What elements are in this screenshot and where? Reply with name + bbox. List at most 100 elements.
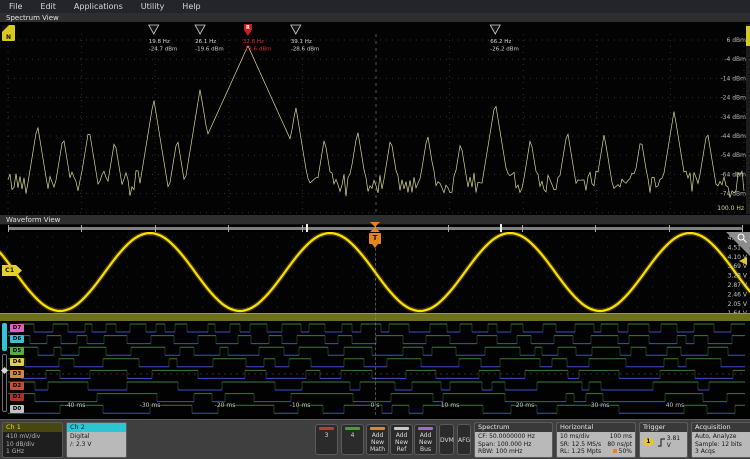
horizontal-badge-cell: RL: 1.25 Mpts	[560, 448, 601, 456]
horizontal-badge-cell: 10 ms/div	[560, 433, 590, 441]
spectrum-scrollbar-thumb[interactable]	[746, 26, 750, 46]
spectrum-marker[interactable]: 39.1 Hz-28.6 dBm	[291, 25, 320, 53]
waveform-y-axis-label: 2.87 V	[728, 282, 748, 289]
channel-1-badge-line: 410 mV/div	[6, 433, 59, 441]
trigger-level-value: 3.81 V	[667, 435, 684, 449]
trigger-badge[interactable]: Trigger 1 3.81 V	[639, 422, 688, 458]
button-color-stripe	[418, 427, 433, 430]
time-axis-label: 0 s	[371, 402, 380, 409]
spectrum-badge[interactable]: Spectrum CF: 50.0000000 HzSpan: 100.000 …	[474, 422, 553, 458]
horizontal-badge-cell: SR: 12.5 MS/s	[560, 441, 601, 449]
time-axis-label: -40 ms	[65, 402, 86, 409]
acquisition-badge-line: Sample: 12 bits	[695, 441, 750, 449]
marker-amplitude: -24.7 dBm	[149, 47, 178, 53]
add-new-math-button[interactable]: Add New Math	[366, 424, 389, 455]
badge-bar: Ch 1 410 mV/div10 dB/div1 GHz Ch 2 Digit…	[0, 419, 750, 459]
digital-channel-label-d0[interactable]: D0	[10, 405, 24, 413]
acquisition-badge-body: Auto, AnalyzeSample: 12 bits3 Acqs	[692, 432, 750, 457]
spectrum-plot[interactable]: 6 dBm-4 dBm-14 dBm-24 dBm-34 dBm-44 dBm-…	[0, 22, 750, 215]
4-button[interactable]: 4	[341, 424, 364, 455]
channel-2-badge-line: Digital	[70, 433, 123, 441]
horizontal-position-icon	[613, 449, 617, 453]
menu-item-utility[interactable]: Utility	[132, 2, 174, 11]
horizontal-badge-cell: 80 ns/pt	[607, 441, 632, 449]
time-axis-label: 40 ms	[666, 402, 685, 409]
spectrum-scrollbar[interactable]	[746, 24, 750, 214]
digital-group-handle[interactable]	[2, 323, 7, 351]
channel-2-badge[interactable]: Ch 2 Digital∕: 2.3 V	[66, 422, 127, 458]
spectrum-y-axis-label: -4 dBm	[724, 56, 746, 63]
spectrum-y-axis-label: -54 dBm	[721, 152, 747, 159]
magnifier-icon	[737, 233, 748, 244]
time-axis-label: -30 ms	[140, 402, 161, 409]
horizontal-badge-body: 10 ms/div 100 ms SR: 12.5 MS/s 80 ns/pt RL: …	[557, 432, 635, 457]
spectrum-badge-title: Spectrum	[475, 423, 552, 432]
button-label: AFG	[458, 437, 470, 444]
ruler-tick-icon	[228, 225, 229, 232]
marker-frequency: 19.8 Hz	[149, 39, 170, 45]
digital-edges	[19, 324, 735, 413]
button-label: DVM	[440, 437, 454, 444]
digital-channel-label-d4[interactable]: D4	[10, 358, 24, 366]
button-label: Add New Math	[370, 432, 385, 453]
digital-group-handle-lower[interactable]	[2, 354, 7, 412]
button-color-stripe	[394, 427, 409, 430]
afg-button[interactable]: AFG	[457, 424, 471, 455]
trigger-badge-body: 1 3.81 V	[640, 432, 687, 452]
spectrum-marker[interactable]: 26.1 Hz-19.6 dBm	[195, 25, 224, 53]
ruler-tick-icon	[81, 225, 82, 232]
digital-channel-label-d1[interactable]: D1	[10, 393, 24, 401]
dvm-button[interactable]: DVM	[439, 424, 454, 455]
spectrum-marker[interactable]: 66.2 Hz-26.2 dBm	[490, 25, 519, 53]
oscilloscope-app: FileEditApplicationsUtilityHelp Spectrum…	[0, 0, 750, 459]
digital-channel-label-d7[interactable]: D7	[10, 324, 24, 332]
horizontal-badge-row: SR: 12.5 MS/s 80 ns/pt	[560, 441, 632, 449]
digital-channel-label-d6[interactable]: D6	[10, 335, 24, 343]
spectrum-badge-line: RBW: 100 mHz	[478, 448, 549, 456]
spectrum-trace-handle[interactable]: N	[2, 25, 15, 41]
channel-1-badge-line: 1 GHz	[6, 448, 59, 456]
time-axis-label: 30 ms	[591, 402, 610, 409]
ruler-tick-icon	[155, 225, 156, 232]
add-new-ref-button[interactable]: Add New Ref	[390, 424, 413, 455]
acquisition-badge-line: 3 Acqs	[695, 448, 750, 456]
marker-amplitude: -26.2 dBm	[490, 47, 519, 53]
menu-item-help[interactable]: Help	[173, 2, 209, 11]
3-button[interactable]: 3	[315, 424, 338, 455]
digital-high-trace[interactable]	[8, 324, 745, 405]
horizontal-badge-cell: 100 ms	[610, 433, 632, 441]
acquisition-badge[interactable]: Acquisition Auto, AnalyzeSample: 12 bits…	[691, 422, 750, 458]
menu-item-file[interactable]: File	[0, 2, 31, 11]
marker-amplitude: -13.6 dBm	[243, 47, 272, 53]
spectrum-marker[interactable]: 19.8 Hz -24.7 dBm	[149, 25, 178, 53]
trigger-position-flag[interactable]: T	[369, 233, 381, 244]
channel-1-badge-line: 10 dB/div	[6, 441, 59, 449]
waveform-y-axis-label: 3.28 V	[728, 273, 748, 280]
menu-bar: FileEditApplicationsUtilityHelp	[0, 0, 750, 14]
spectrum-reference-marker[interactable]: R32.6 Hz-13.6 dBm	[243, 24, 272, 53]
digital-channel-label-d3[interactable]: D3	[10, 370, 24, 378]
ruler-tick-icon	[522, 225, 523, 232]
trigger-badge-title: Trigger	[640, 423, 687, 432]
menu-item-edit[interactable]: Edit	[31, 2, 65, 11]
menu-item-applications[interactable]: Applications	[65, 2, 132, 11]
waveform-view-title[interactable]: Waveform View	[6, 216, 60, 224]
spectrum-y-axis-label: 6 dBm	[727, 37, 747, 44]
digital-channel-label-d2[interactable]: D2	[10, 382, 24, 390]
button-label: Add New Bus	[419, 432, 432, 453]
channel-2-badge-line: ∕: 2.3 V	[70, 441, 123, 449]
spectrum-y-axis-label: -24 dBm	[721, 95, 747, 102]
expansion-point-icon[interactable]	[369, 222, 381, 233]
add-new-bus-button[interactable]: Add New Bus	[414, 424, 437, 455]
button-color-stripe	[370, 427, 385, 430]
trigger-level-arrow-icon[interactable]	[739, 257, 747, 265]
button-label: 3	[325, 432, 329, 439]
button-label: Add New Ref	[395, 432, 408, 453]
horizontal-badge[interactable]: Horizontal 10 ms/div100 msSR: 12.5 MS/s8…	[556, 422, 636, 458]
channel-1-badge-body: 410 mV/div10 dB/div1 GHz	[3, 432, 62, 457]
marker-amplitude: -19.6 dBm	[195, 47, 224, 53]
digital-channel-label-d5[interactable]: D5	[10, 347, 24, 355]
button-color-stripe	[345, 427, 360, 430]
channel-1-badge[interactable]: Ch 1 410 mV/div10 dB/div1 GHz	[2, 422, 63, 458]
spectrum-view-title[interactable]: Spectrum View	[6, 14, 59, 22]
